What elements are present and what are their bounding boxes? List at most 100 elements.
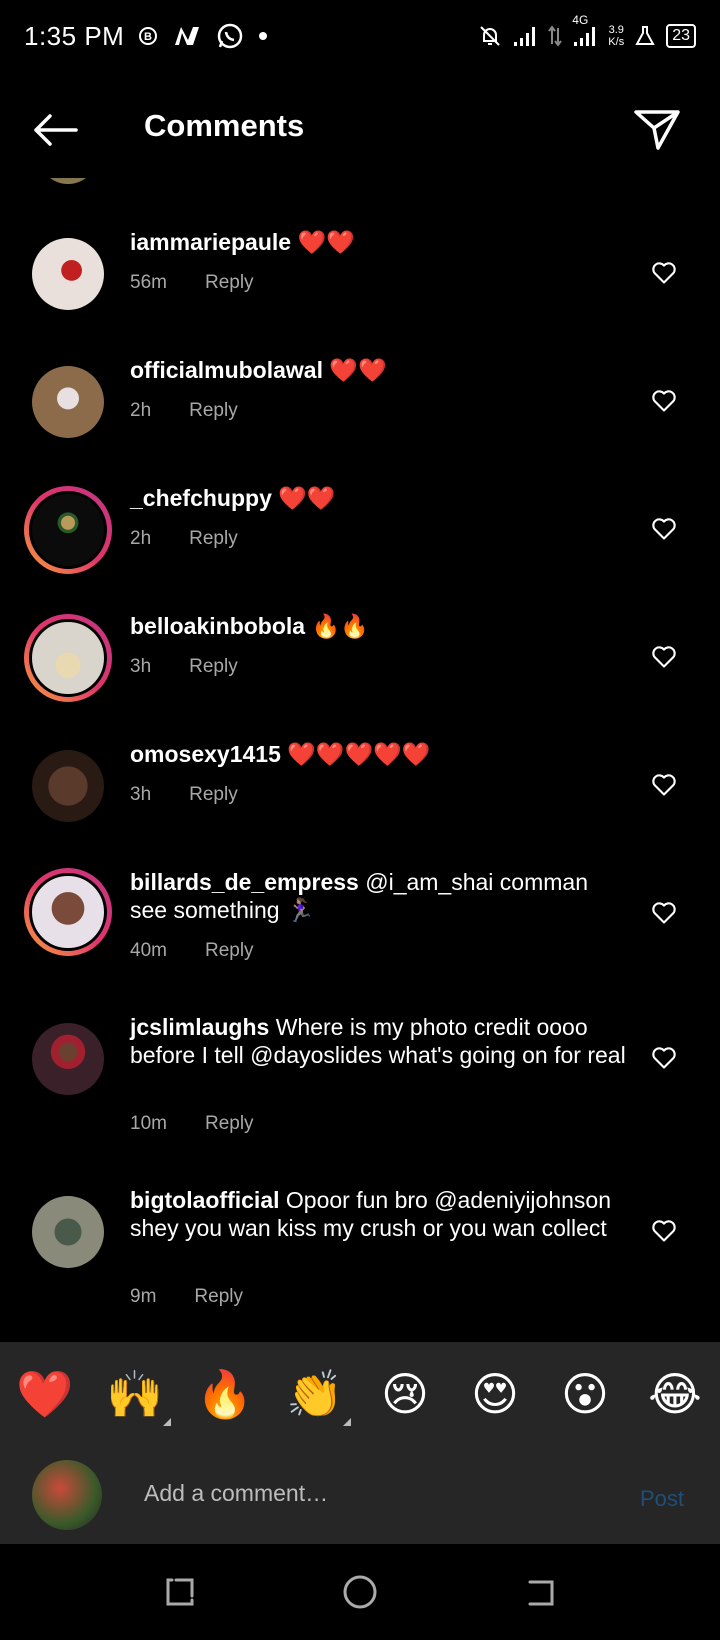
emoji-heart-eyes-button[interactable]: 😍 <box>465 1367 525 1421</box>
emoji-clap-button[interactable]: 👏 <box>285 1367 351 1426</box>
like-button[interactable] <box>650 1043 678 1071</box>
comment-time: 2h <box>130 400 152 421</box>
comment-text: billards_de_empress @i_am_shai comman se… <box>130 868 630 924</box>
avatar-image <box>32 750 104 822</box>
comment-meta: 10m Reply <box>130 1113 254 1135</box>
emoji-heart-button[interactable]: ❤️ <box>15 1367 75 1422</box>
comments-list[interactable]: iammariepaule ❤️❤️ 56m Reply officialmub… <box>0 178 720 1342</box>
signal-1-icon <box>512 25 538 47</box>
comment-text: belloakinbobola 🔥🔥 <box>130 612 630 640</box>
comment-time: 2h <box>130 528 152 549</box>
like-button[interactable] <box>650 642 678 670</box>
comment-username[interactable]: jcslimlaughs <box>130 1014 269 1040</box>
emoji-laughing-button[interactable]: 😂 <box>645 1367 705 1421</box>
like-button[interactable] <box>650 898 678 926</box>
comment-username[interactable]: _chefchuppy <box>130 485 272 511</box>
comment-meta: 56m Reply <box>130 272 254 294</box>
like-button[interactable] <box>650 386 678 414</box>
heart-icon <box>652 262 676 284</box>
emoji-glyph: 👏 <box>286 1367 344 1420</box>
avatar <box>38 178 98 184</box>
comment-content: ❤️❤️ <box>278 485 336 511</box>
net-type-label: 4G <box>572 13 589 27</box>
svg-text:B: B <box>144 31 152 43</box>
comment-meta: 3h Reply <box>130 656 238 678</box>
system-nav-bar <box>0 1544 720 1640</box>
comment-input[interactable]: Add a comment… <box>144 1480 328 1507</box>
avatar[interactable] <box>32 238 104 310</box>
reply-button[interactable]: Reply <box>189 784 238 806</box>
heart-icon <box>652 902 676 924</box>
comment-time: 3h <box>130 656 152 677</box>
comment-username[interactable]: iammariepaule <box>130 229 291 255</box>
reply-button[interactable]: Reply <box>205 1113 254 1135</box>
dot-icon <box>258 31 268 41</box>
heart-icon <box>652 646 676 668</box>
emoji-fire-button[interactable]: 🔥 <box>195 1367 255 1422</box>
reply-button[interactable]: Reply <box>205 272 254 294</box>
avatar[interactable] <box>32 366 104 438</box>
comment-text: bigtolaofficial Opoor fun bro @adeniyijo… <box>130 1186 630 1242</box>
avatar[interactable] <box>32 1196 104 1268</box>
like-button[interactable] <box>650 1216 678 1244</box>
comment-username[interactable]: bigtolaofficial <box>130 1187 280 1213</box>
like-button[interactable] <box>650 770 678 798</box>
heart-icon <box>652 518 676 540</box>
status-left: 1:35 PM B <box>24 21 268 52</box>
comment-text: iammariepaule ❤️❤️ <box>130 228 630 256</box>
avatar-story-ring[interactable] <box>24 614 112 702</box>
comment-text: officialmubolawal ❤️❤️ <box>130 356 630 384</box>
post-button[interactable]: Post <box>640 1486 684 1512</box>
comment-time: 40m <box>130 940 167 961</box>
emoji-glyph: 🙌 <box>106 1367 164 1420</box>
recents-icon <box>166 1578 194 1606</box>
avatar[interactable] <box>32 750 104 822</box>
comment-username[interactable]: omosexy1415 <box>130 741 281 767</box>
comment-username[interactable]: billards_de_empress <box>130 869 359 895</box>
comment-username[interactable]: officialmubolawal <box>130 357 323 383</box>
page-title: Comments <box>144 108 305 143</box>
b-app-icon: B <box>138 26 158 46</box>
emoji-surprised-button[interactable]: 😮 <box>555 1367 615 1421</box>
comment-time: 56m <box>130 272 167 293</box>
avatar-story-ring[interactable] <box>24 486 112 574</box>
avatar[interactable] <box>32 1023 104 1095</box>
like-button[interactable] <box>650 514 678 542</box>
like-button[interactable] <box>650 258 678 286</box>
current-user-avatar <box>32 1460 102 1530</box>
back-arrow-icon <box>34 114 78 146</box>
emoji-crying-button[interactable]: 😢 <box>375 1367 435 1421</box>
back-nav-button[interactable] <box>522 1574 558 1610</box>
avatar-image <box>32 1023 104 1095</box>
recents-button[interactable] <box>162 1574 198 1610</box>
home-button[interactable] <box>342 1574 378 1610</box>
avatar-image <box>32 238 104 310</box>
comment-text: jcslimlaughs Where is my photo credit oo… <box>130 1013 630 1069</box>
comment-meta: 40m Reply <box>130 940 254 962</box>
comment-input-bar: Add a comment… Post <box>0 1446 720 1544</box>
avatar-image <box>32 1196 104 1268</box>
avatar-story-ring[interactable] <box>24 868 112 956</box>
comment-username[interactable]: belloakinbobola <box>130 613 305 639</box>
n-app-icon <box>172 24 202 48</box>
battery-indicator: 23 <box>666 24 696 48</box>
avatar-image <box>32 366 104 438</box>
emoji-raised-hands-button[interactable]: 🙌 <box>105 1367 171 1426</box>
back-button[interactable] <box>30 110 80 150</box>
reply-button[interactable]: Reply <box>194 1286 243 1308</box>
header: Comments <box>0 90 720 170</box>
net-speed-unit: K/s <box>608 36 625 48</box>
data-arrows-icon <box>548 24 563 48</box>
avatar-image <box>29 619 107 697</box>
comment-meta: 2h Reply <box>130 400 238 422</box>
skin-tone-indicator-icon <box>343 1417 351 1426</box>
comment-content: ❤️❤️ <box>297 229 355 255</box>
reply-button[interactable]: Reply <box>189 400 238 422</box>
reply-button[interactable]: Reply <box>205 940 254 962</box>
heart-icon <box>652 1047 676 1069</box>
comment-time: 10m <box>130 1113 167 1134</box>
back-nav-icon <box>528 1580 554 1606</box>
share-button[interactable] <box>632 104 682 154</box>
reply-button[interactable]: Reply <box>189 528 238 550</box>
reply-button[interactable]: Reply <box>189 656 238 678</box>
